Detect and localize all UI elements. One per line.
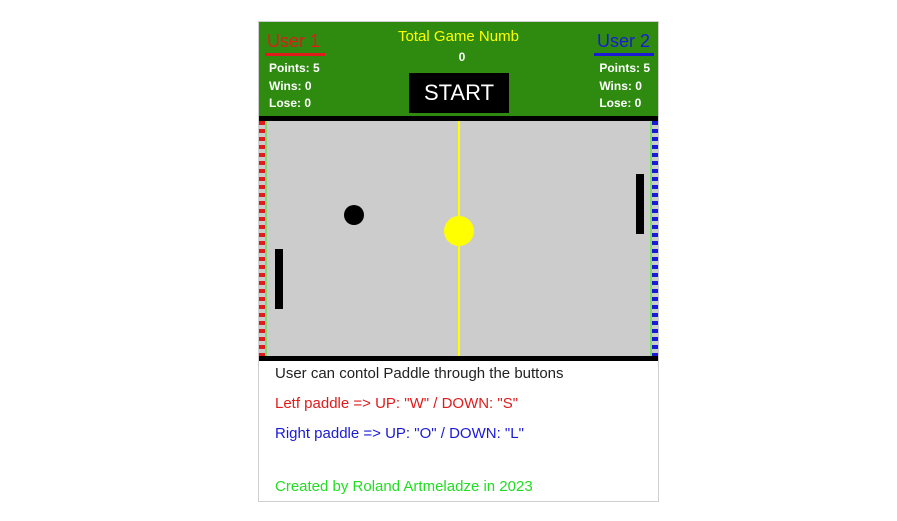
right-goal-edge [652, 121, 658, 356]
user2-underline [594, 53, 654, 56]
ball [344, 205, 364, 225]
right-paddle[interactable] [636, 174, 644, 234]
left-goal-line [265, 121, 267, 356]
user2-name: User 2 [596, 31, 650, 51]
user1-stats: Points: 5 Wins: 0 Lose: 0 [269, 60, 320, 113]
user2-lose: Lose: 0 [599, 96, 642, 110]
user1-lose: Lose: 0 [269, 96, 312, 110]
user2-stats: Points: 5 Wins: 0 Lose: 0 [599, 60, 650, 113]
pong-game: User 1 Points: 5 Wins: 0 Lose: 0 Total G… [258, 21, 659, 502]
instructions-main: User can contol Paddle through the butto… [275, 365, 564, 382]
center-marker [444, 216, 474, 246]
credit-text: Created by Roland Artmeladze in 2023 [275, 478, 533, 495]
user1-wins: Wins: 0 [269, 78, 312, 93]
start-button[interactable]: START [409, 73, 509, 113]
user2-wins: Wins: 0 [599, 78, 642, 93]
court-bottom-border [259, 356, 658, 361]
scoreboard: User 1 Points: 5 Wins: 0 Lose: 0 Total G… [259, 22, 658, 116]
left-paddle[interactable] [275, 249, 283, 309]
playing-field[interactable] [259, 121, 658, 356]
instructions-left-paddle: Letf paddle => UP: "W" / DOWN: "S" [275, 395, 519, 412]
user2-points: Points: 5 [599, 61, 650, 75]
instructions-right-paddle: Right paddle => UP: "O" / DOWN: "L" [275, 425, 524, 442]
right-goal-line [650, 121, 652, 356]
